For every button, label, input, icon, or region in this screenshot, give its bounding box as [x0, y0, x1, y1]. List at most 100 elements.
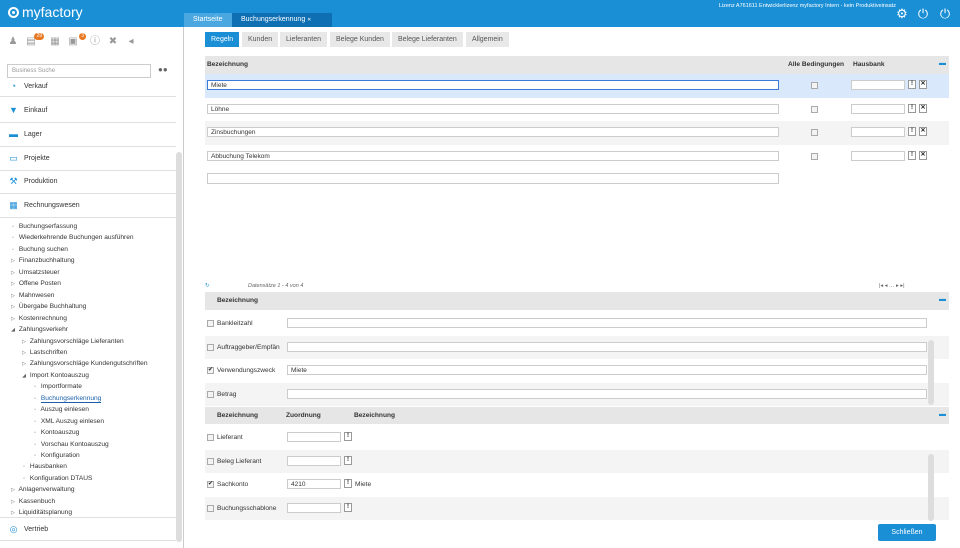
assignment-checkbox[interactable]: [207, 504, 214, 512]
rule-row[interactable]: Zinsbuchungen! ✕: [205, 121, 949, 145]
rule-name-input[interactable]: Abbuchung Telekom: [207, 150, 779, 161]
assignment-value-input[interactable]: [287, 432, 341, 442]
tree-item[interactable]: ▷ Übergabe Buchhaltung: [0, 301, 176, 312]
tree-item[interactable]: ▫ Hausbanken: [0, 461, 176, 472]
collapse-icon[interactable]: ◂: [125, 36, 137, 48]
rule-row[interactable]: Löhne! ✕: [205, 97, 949, 121]
logout-icon[interactable]: ⏻: [938, 7, 952, 21]
tree-item[interactable]: ◢ Zahlungsverkehr: [0, 324, 176, 335]
new-rule-input[interactable]: [207, 173, 779, 184]
rule-name-input[interactable]: Miete: [207, 80, 779, 90]
pager-nav-icons[interactable]: |◂ ◂ … ▸ ▸|: [879, 283, 905, 289]
delete-row-icon[interactable]: ✕: [919, 127, 927, 136]
subtab-lieferanten[interactable]: Lieferanten: [280, 32, 328, 47]
tab-buchungserkennung[interactable]: Buchungserkennung ✕: [232, 13, 332, 27]
col-header-alle-bedingungen[interactable]: Alle Bedingungen: [788, 61, 844, 68]
tree-item[interactable]: ▫ Buchungserkennung: [0, 393, 176, 404]
rule-name-input[interactable]: Löhne: [207, 103, 779, 114]
tree-item[interactable]: ▫ Konfiguration DTAUS: [0, 473, 176, 484]
subtab-allgemein[interactable]: Allgemein: [466, 32, 509, 47]
search-options-icon[interactable]: ●●: [158, 65, 168, 74]
tree-item[interactable]: ▫ Vorschau Kontoauszug: [0, 439, 176, 450]
column-chooser-icon[interactable]: ▬: [939, 60, 946, 67]
assignment-checkbox[interactable]: ✔: [207, 481, 214, 488]
calendar-icon[interactable]: ▦: [49, 36, 61, 48]
assignment-scrollbar[interactable]: [928, 454, 934, 521]
power-icon[interactable]: ⏻: [916, 7, 930, 21]
rule-name-input[interactable]: Zinsbuchungen: [207, 127, 779, 137]
tree-item[interactable]: ▷ Kostenrechnung: [0, 313, 176, 324]
all-conditions-checkbox[interactable]: [811, 82, 818, 89]
refresh-icon[interactable]: ↻: [205, 283, 210, 289]
col-header-hausbank[interactable]: Hausbank: [853, 61, 885, 68]
delete-row-icon[interactable]: ✕: [919, 150, 927, 160]
all-conditions-checkbox[interactable]: [811, 152, 818, 160]
tree-item[interactable]: ▫ XML Auszug einlesen: [0, 416, 176, 427]
tree-item[interactable]: ◢ Import Kontoauszug: [0, 370, 176, 381]
rule-row[interactable]: Abbuchung Telekom! ✕: [205, 144, 949, 168]
tree-item[interactable]: ▫ Buchung suchen: [0, 244, 176, 255]
tools-icon[interactable]: ✖: [107, 36, 119, 48]
module-produktion[interactable]: ⚒ Produktion: [0, 170, 176, 194]
tree-item[interactable]: ▫ Konfiguration: [0, 450, 176, 461]
condition-checkbox[interactable]: [207, 390, 214, 398]
tab-close-icon[interactable]: ✕: [307, 17, 311, 23]
rule-row[interactable]: Miete! ✕: [205, 74, 949, 98]
delete-row-icon[interactable]: ✕: [919, 103, 927, 113]
tree-item[interactable]: ▫ Auszug einlesen: [0, 404, 176, 415]
hausbank-select-button[interactable]: !: [908, 127, 916, 136]
tab-startseite[interactable]: Startseite: [184, 13, 232, 27]
info-icon[interactable]: ⓘ: [89, 36, 101, 48]
condition-checkbox[interactable]: ✔: [207, 367, 214, 374]
module-lager[interactable]: ▬ Lager: [0, 123, 176, 147]
hausbank-input[interactable]: [851, 103, 905, 114]
column-chooser-icon[interactable]: ▬: [939, 411, 946, 418]
hausbank-input[interactable]: [851, 150, 905, 161]
condition-checkbox[interactable]: [207, 320, 214, 327]
tree-item[interactable]: ▷ Anlagenverwaltung: [0, 484, 176, 495]
delete-row-icon[interactable]: ✕: [919, 80, 927, 89]
person-icon[interactable]: ♟: [7, 36, 19, 48]
sidebar-scrollbar[interactable]: [176, 152, 182, 542]
assignment-checkbox[interactable]: [207, 457, 214, 465]
assignment-value-input[interactable]: [287, 455, 341, 466]
assignment-select-button[interactable]: !: [344, 479, 352, 488]
tree-item[interactable]: ▷ Zahlungsvorschläge Lieferanten: [0, 336, 176, 347]
tree-item[interactable]: ▷ Offene Posten: [0, 278, 176, 289]
hausbank-select-button[interactable]: !: [908, 80, 916, 89]
subtab-belege-lieferanten[interactable]: Belege Lieferanten: [392, 32, 463, 47]
condition-value-input[interactable]: [287, 341, 927, 352]
col-header-bezeichnung[interactable]: Bezeichnung: [207, 61, 248, 68]
messages-icon[interactable]: ▣ 3: [67, 33, 86, 48]
assignment-value-input[interactable]: 4210: [287, 479, 341, 489]
column-chooser-icon[interactable]: ▬: [939, 296, 946, 303]
tree-item[interactable]: ▷ Lastschriften: [0, 347, 176, 358]
assignment-checkbox[interactable]: [207, 434, 214, 441]
module-projekte[interactable]: ▭ Projekte: [0, 147, 176, 171]
close-button[interactable]: Schließen: [878, 524, 936, 541]
conditions-scrollbar[interactable]: [928, 340, 934, 405]
hausbank-input[interactable]: [851, 80, 905, 90]
assignment-select-button[interactable]: !: [344, 432, 352, 441]
business-search-input[interactable]: Business Suche: [7, 64, 151, 78]
subtab-kunden[interactable]: Kunden: [242, 32, 279, 47]
gear-icon[interactable]: ⚙: [895, 7, 909, 21]
tree-item[interactable]: ▷ Kassenbuch: [0, 496, 176, 507]
tree-item[interactable]: ▷ Finanzbuchhaltung: [0, 255, 176, 266]
module-rechnungswesen[interactable]: ▦ Rechnungswesen: [0, 194, 176, 218]
tree-item[interactable]: ▫ Kontoauszug: [0, 427, 176, 438]
all-conditions-checkbox[interactable]: [811, 105, 818, 113]
module-verkauf[interactable]: ◔ Verkauf: [0, 77, 176, 97]
subtab-belege-kunden[interactable]: Belege Kunden: [330, 32, 390, 47]
subtab-regeln[interactable]: Regeln: [205, 32, 240, 47]
condition-checkbox[interactable]: [207, 343, 214, 351]
module-einkauf[interactable]: ▼ Einkauf: [0, 99, 176, 123]
tasks-icon[interactable]: ▤ 29: [25, 33, 44, 48]
tree-item[interactable]: ▫ Buchungserfassung: [0, 221, 176, 232]
all-conditions-checkbox[interactable]: [811, 129, 818, 136]
tree-item[interactable]: ▫ Wiederkehrende Buchungen ausführen: [0, 232, 176, 243]
assignment-value-input[interactable]: [287, 502, 341, 513]
tree-item[interactable]: ▷ Mahnwesen: [0, 290, 176, 301]
hausbank-select-button[interactable]: !: [908, 103, 916, 113]
tree-item[interactable]: ▷ Zahlungsvorschläge Kundengutschriften: [0, 358, 176, 369]
